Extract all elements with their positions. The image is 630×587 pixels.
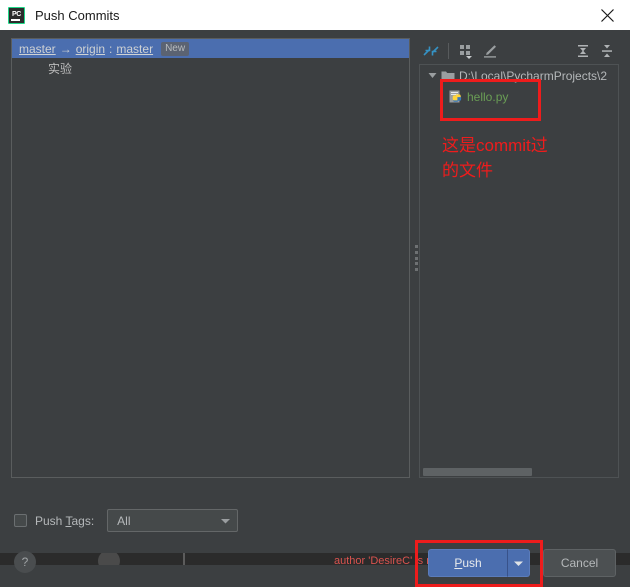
- dialog-titlebar: PC Push Commits: [0, 0, 630, 30]
- tree-file-label: hello.py: [467, 89, 509, 104]
- chevron-down-icon: [513, 554, 524, 572]
- tags-select[interactable]: All: [107, 509, 239, 532]
- group-by-icon[interactable]: [454, 40, 478, 62]
- toolbar-separator: [448, 43, 449, 59]
- pycharm-icon-bar: [11, 18, 20, 21]
- push-button-label-rest: ush: [462, 556, 482, 570]
- chevron-down-icon: [220, 512, 231, 530]
- tree-horizontal-scrollbar[interactable]: [420, 466, 618, 477]
- ide-console-background: [0, 553, 630, 565]
- collapse-all-icon[interactable]: [595, 40, 619, 62]
- tags-select-value: All: [117, 513, 131, 528]
- help-label: ?: [21, 555, 29, 569]
- folder-icon: [439, 69, 456, 82]
- splitter-dot: [414, 262, 418, 266]
- pycharm-icon-text: PC: [11, 10, 22, 18]
- push-tags-label-before: Push: [35, 513, 66, 528]
- page-title: Push Commits: [35, 7, 120, 23]
- branch-row[interactable]: master → origin : master New: [12, 39, 409, 58]
- annotation-note-line-2: 的文件: [442, 161, 493, 180]
- triangle-down-icon[interactable]: [425, 71, 439, 80]
- ide-console-divider: [183, 551, 185, 565]
- splitter-dot: [414, 256, 418, 260]
- remote-label[interactable]: origin: [76, 42, 105, 56]
- tree-row[interactable]: hello.py: [420, 86, 618, 107]
- push-tags-label: Push Tags:: [35, 514, 94, 528]
- commit-list-item[interactable]: 实验: [12, 58, 409, 78]
- close-icon[interactable]: [594, 2, 620, 28]
- push-split-button[interactable]: Push: [428, 549, 530, 577]
- splitter-dot: [414, 245, 418, 248]
- annotation-note-line-1: 这是commit过: [442, 136, 548, 155]
- push-button-label: Push: [454, 556, 481, 570]
- python-file-icon: [447, 90, 464, 104]
- annotation-note-text: 这是commit过 的文件: [442, 133, 548, 183]
- expand-all-icon[interactable]: [571, 40, 595, 62]
- source-branch-label[interactable]: master: [19, 42, 56, 56]
- target-branch-label[interactable]: master: [116, 42, 153, 56]
- files-toolbar: [419, 38, 619, 64]
- new-branch-badge: New: [161, 41, 190, 56]
- push-button[interactable]: Push: [428, 549, 507, 577]
- cancel-button[interactable]: Cancel: [543, 549, 616, 577]
- commit-message-label: 实验: [48, 61, 73, 76]
- help-icon[interactable]: ?: [14, 551, 36, 573]
- push-tags-checkbox[interactable]: [14, 514, 27, 527]
- commit-list-panel: master → origin : master New 实验: [11, 38, 410, 478]
- changed-files-tree[interactable]: D:\Local\PycharmProjects\2 hello.py 这是co…: [419, 64, 619, 478]
- push-tags-label-after: ags:: [71, 513, 95, 528]
- branch-separator: :: [109, 41, 113, 56]
- push-dropdown-button[interactable]: [507, 549, 530, 577]
- splitter-dot: [414, 250, 418, 254]
- branch-arrow-icon: →: [59, 41, 72, 56]
- push-tags-row: Push Tags: All: [14, 509, 239, 532]
- cancel-button-label: Cancel: [560, 556, 599, 570]
- changed-files-panel: D:\Local\PycharmProjects\2 hello.py 这是co…: [419, 38, 619, 478]
- dialog-body: master → origin : master New 实验 D:\Local…: [0, 30, 630, 587]
- pycharm-icon: PC: [8, 6, 25, 24]
- tree-horizontal-scrollbar-thumb[interactable]: [423, 468, 532, 476]
- tree-row[interactable]: D:\Local\PycharmProjects\2: [420, 65, 618, 86]
- edit-source-icon[interactable]: [478, 40, 502, 62]
- tree-root-label: D:\Local\PycharmProjects\2: [459, 68, 608, 83]
- show-diff-icon[interactable]: [419, 40, 443, 62]
- splitter-grip: [414, 245, 418, 271]
- splitter-dot: [414, 268, 418, 271]
